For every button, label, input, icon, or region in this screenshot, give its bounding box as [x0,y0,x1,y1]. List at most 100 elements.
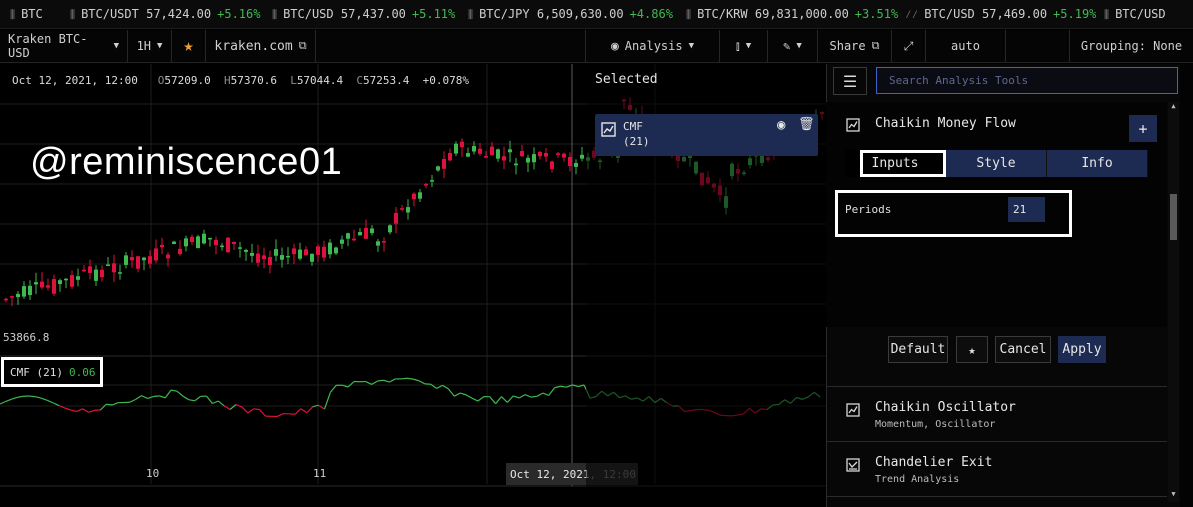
grouping-selector[interactable]: Grouping: None [1070,30,1193,62]
cmf-line-segment [454,392,461,397]
candle-body [34,282,38,285]
ticker-item[interactable]: ⫼ BTC/USDT 57,424.00 +5.16% [70,7,260,22]
candle-body [226,237,230,253]
symbol-selector[interactable]: Kraken BTC-USD ▼ [0,30,128,62]
x-tick-label: 10 [146,467,160,480]
settings-sliders-icon[interactable]: ☰ [833,67,867,95]
candle-body [694,161,698,174]
candle-body [130,257,134,261]
candle-body [424,184,428,186]
ticker-item[interactable]: ⁄⁄ BTC/USD 57,469.00 +5.19% [905,7,1096,22]
indicator-legend[interactable]: CMF (21) 0.06 [1,357,103,387]
ticker-item[interactable]: ⫼ BTC/JPY 6,509,630.00 +4.86% [468,7,673,22]
scroll-down-arrow[interactable]: ▼ [1168,490,1179,500]
candle-body [340,239,344,244]
cmf-line-segment [64,407,71,411]
cmf-line-segment [277,413,284,417]
add-study-button[interactable]: + [1129,115,1157,142]
candle-body [142,257,146,261]
cmf-line-segment [41,397,48,401]
candle-body [394,212,398,224]
cmf-line-segment [164,389,172,399]
selected-header: Selected [595,72,658,87]
chart-icon: ⫼ [1104,8,1110,21]
search-analysis-input[interactable]: Search Analysis Tools [876,67,1178,94]
cmf-line-segment [796,396,803,400]
candle-body [268,257,272,266]
cmf-line-segment [259,409,266,417]
cmf-line-segment [489,396,497,405]
cmf-line-segment [636,397,644,402]
candle-body [262,255,266,260]
scroll-up-arrow[interactable]: ▲ [1168,102,1179,112]
periods-input[interactable]: 21 [1008,197,1045,222]
tab-style[interactable]: Style [946,150,1047,177]
cmf-line-segment [748,407,756,414]
chart-type-button[interactable]: ⫾ ▼ [720,30,768,62]
eye-icon[interactable]: ◉ [777,117,785,133]
cmf-line-segment [212,400,219,405]
ticker-item[interactable]: ⫼ BTC/USD [1104,7,1166,22]
candle-body [76,276,80,280]
candle-body [94,269,98,281]
cmf-line-segment [601,390,609,397]
candle-body [22,286,26,297]
apply-button[interactable]: Apply [1058,336,1106,363]
panel-scrollbar[interactable]: ▲ ▼ [1168,102,1179,502]
cmf-line-segment [595,390,603,397]
candle-body [298,249,302,259]
candle-body [436,166,440,171]
ticker-item[interactable]: ⫼ BTC/USD 57,437.00 +5.11% [272,7,455,22]
cmf-line-segment [241,406,249,414]
share-button[interactable]: Share ⧉ [818,30,892,62]
candle-body [406,207,410,213]
candle-body [106,264,110,266]
cmf-line-segment [790,397,797,404]
candle-body [100,269,104,278]
candle-body [496,149,500,159]
default-button[interactable]: Default [888,336,948,363]
candle-body [454,143,458,154]
ticker-item[interactable]: ⫼ BTC/KRW 69,831,000.00 +3.51% [686,7,898,22]
draw-tool-button[interactable]: ✎ ▼ [768,30,818,62]
scrollbar-thumb[interactable] [1170,194,1177,240]
candle-body [358,232,362,236]
candle-body [520,150,524,157]
candle-body [346,233,350,239]
cmf-line-segment [707,409,715,413]
chart-icon: ⫼ [272,8,278,21]
cmf-line-segment [229,404,237,410]
auto-scale-button[interactable]: auto [926,30,1006,62]
cmf-line-segment [129,398,136,403]
candle-body [250,252,254,256]
selected-study-card[interactable]: CMF (21) ◉ 🗑 [595,114,818,156]
candle-body [46,285,50,288]
trash-icon[interactable]: 🗑 [798,117,815,132]
cmf-line-segment [737,413,744,416]
candle-body [28,285,32,296]
analysis-button[interactable]: ◉ Analysis ▼ [586,30,720,62]
favorite-star-button[interactable]: ★ [956,336,988,363]
candle-body [40,281,44,288]
tool-category: Momentum, Oscillator [875,419,996,430]
ticker-item[interactable]: ⫼ BTC [10,7,43,22]
cmf-line-segment [383,379,390,383]
cmf-line-segment [678,405,685,412]
cmf-line-segment [35,396,42,399]
fullscreen-icon[interactable]: ⤢ [892,30,926,62]
candle-body [730,163,734,177]
tab-info[interactable]: Info [1047,150,1148,177]
candle-body [586,157,590,161]
candle-body [352,238,356,241]
interval-selector[interactable]: 1H ▼ [128,30,172,62]
candle-body [568,156,572,167]
cmf-line-segment [754,408,762,414]
tool-category: Trend Analysis [875,474,960,485]
cmf-line-segment [501,396,508,403]
candle-body [52,279,56,294]
favorite-star-icon[interactable]: ★ [172,30,206,62]
cmf-line-segment [371,380,378,385]
cancel-button[interactable]: Cancel [995,336,1051,363]
candle-body [256,253,260,263]
site-link[interactable]: kraken.com ⧉ [206,30,316,62]
